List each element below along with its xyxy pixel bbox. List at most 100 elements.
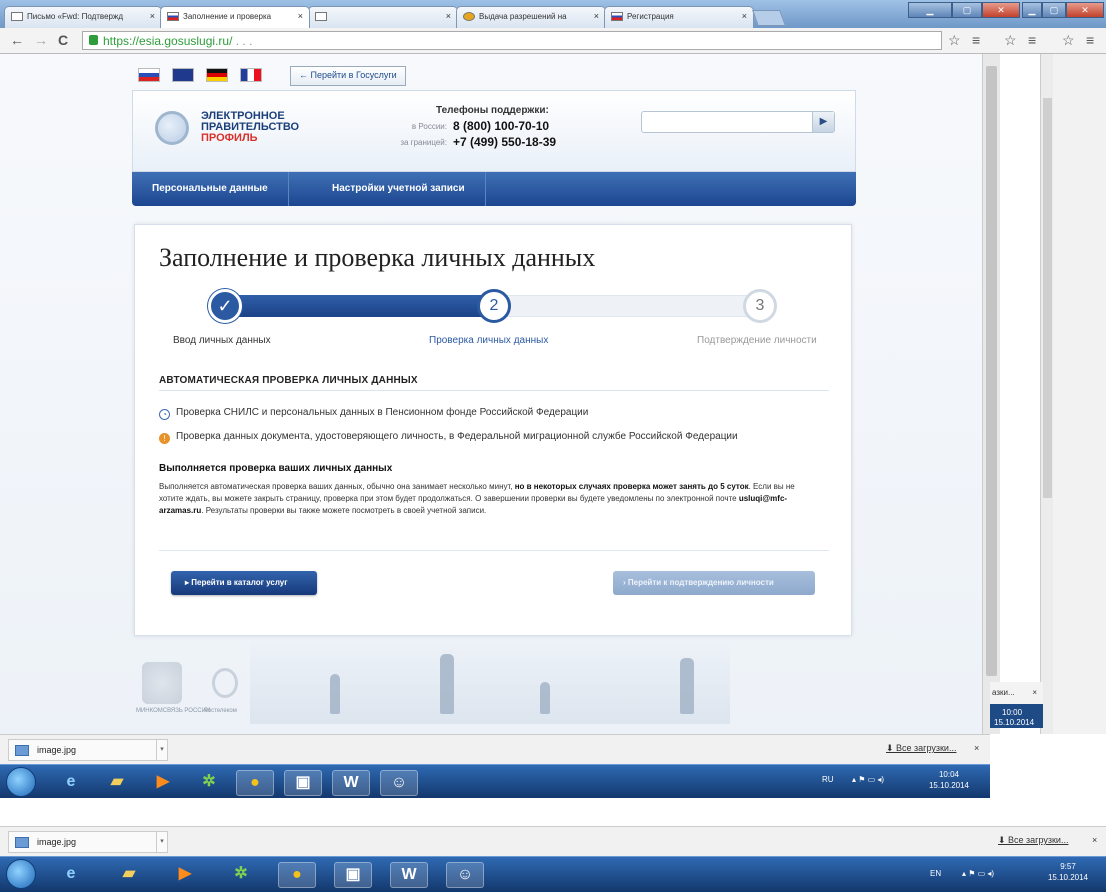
page-icon xyxy=(11,12,23,21)
minimize-icon[interactable]: ▁ xyxy=(908,2,952,18)
downloads-bar: image.jpg ▾ ⬇ Все загрузки... × xyxy=(0,734,990,764)
tab-registration[interactable]: Регистрация × xyxy=(604,6,754,28)
tab-blank[interactable]: × xyxy=(308,6,458,28)
scrollbar-thumb[interactable] xyxy=(986,66,997,676)
close-tab-icon[interactable]: × xyxy=(594,11,599,21)
confirm-identity-button[interactable]: › Перейти к подтверждению личности xyxy=(613,571,815,595)
app-icon[interactable]: ✲ xyxy=(222,862,260,888)
star-icon[interactable]: ☆ xyxy=(948,32,961,49)
start-button[interactable] xyxy=(6,767,36,797)
media-player-icon[interactable]: ▶ xyxy=(166,862,204,888)
logo-icon xyxy=(155,111,189,145)
save-icon[interactable]: ▣ xyxy=(334,862,372,888)
menu-icon[interactable]: ≡ xyxy=(972,32,980,48)
minimize-icon[interactable]: ▁ xyxy=(1022,2,1042,18)
footer-illustration xyxy=(250,634,730,724)
flag-de-icon[interactable] xyxy=(206,68,228,82)
folder-icon[interactable]: ▰ xyxy=(110,862,148,888)
menu-icon[interactable]: ≡ xyxy=(1028,32,1036,48)
step-1-icon: ✓ xyxy=(208,289,242,323)
reload-icon[interactable]: C xyxy=(58,32,68,48)
search-button[interactable]: ▶ xyxy=(812,112,834,132)
ie-icon[interactable]: e xyxy=(52,770,90,796)
clock[interactable]: 9:57 15.10.2014 xyxy=(1040,861,1096,883)
tab-esia[interactable]: Заполнение и проверка × xyxy=(160,6,310,28)
step-3: 3 xyxy=(743,289,777,323)
person-silhouette xyxy=(680,658,694,714)
ie-icon[interactable]: e xyxy=(52,862,90,888)
tab-permits[interactable]: Выдача разрешений на × xyxy=(456,6,606,28)
taskbar: e ▰ ▶ ✲ ● ▣ W ☺ RU ▴ ⚑ ▭ ◂) 10:04 15.10.2… xyxy=(0,764,990,798)
scrollbar[interactable] xyxy=(1040,54,1053,734)
site-header: ЭЛЕКТРОННОЕ ПРАВИТЕЛЬСТВО ПРОФИЛЬ Телефо… xyxy=(132,90,856,172)
step-3-label: Подтверждение личности xyxy=(697,335,817,346)
star-icon[interactable]: ☆ xyxy=(1004,32,1017,49)
check-item: ! Проверка данных документа, удостоверяющ… xyxy=(159,431,738,444)
catalog-button[interactable]: ▸ Перейти в каталог услуг xyxy=(171,571,317,595)
star-icon[interactable]: ☆ xyxy=(1062,32,1075,49)
scrollbar-thumb[interactable] xyxy=(1043,98,1052,498)
start-button[interactable] xyxy=(6,859,36,889)
menu-icon[interactable]: ≡ xyxy=(1086,32,1094,48)
close-icon[interactable]: × xyxy=(1092,835,1097,845)
close-icon[interactable]: × xyxy=(974,743,979,753)
phone-russia: 8 (800) 100-70-10 xyxy=(453,119,550,133)
nav-personal-data[interactable]: Персональные данные xyxy=(132,172,289,206)
maximize-icon[interactable]: ▢ xyxy=(952,2,982,18)
folder-icon[interactable]: ▰ xyxy=(98,770,136,796)
maximize-icon[interactable]: ▢ xyxy=(1042,2,1066,18)
progress-fill xyxy=(211,295,494,317)
chevron-down-icon[interactable]: ▾ xyxy=(156,739,168,761)
new-tab-button[interactable] xyxy=(752,10,786,26)
flag-gb-icon[interactable] xyxy=(172,68,194,82)
tray-icons[interactable]: ▴ ⚑ ▭ ◂) xyxy=(852,775,884,784)
close-tab-icon[interactable]: × xyxy=(150,11,155,21)
forward-icon[interactable]: → xyxy=(34,32,48,48)
flag-icon xyxy=(611,12,623,21)
chevron-down-icon[interactable]: ▾ xyxy=(156,831,168,853)
word-icon[interactable]: W xyxy=(332,770,370,796)
clock[interactable]: 10:04 15.10.2014 xyxy=(922,769,976,791)
back-icon[interactable]: ← xyxy=(10,32,24,48)
close-window-icon[interactable]: ✕ xyxy=(1066,2,1104,18)
search-input[interactable]: ▶ xyxy=(641,111,835,133)
close-tab-icon[interactable]: × xyxy=(446,11,451,21)
all-downloads-link[interactable]: ⬇ Все загрузки... xyxy=(998,835,1068,846)
browser-tab-bar: Письмо «Fwd: Подтвержд × Заполнение и про… xyxy=(0,0,1106,28)
close-tab-icon[interactable]: × xyxy=(742,11,747,21)
close-tab-icon[interactable]: × xyxy=(298,11,303,21)
close-window-icon[interactable]: ✕ xyxy=(982,2,1020,18)
media-player-icon[interactable]: ▶ xyxy=(144,770,182,796)
divider xyxy=(159,390,829,391)
app-icon[interactable]: ☺ xyxy=(446,862,484,888)
page-scrollbar[interactable] xyxy=(982,54,1000,734)
person-silhouette xyxy=(540,682,550,714)
rostelecom-logo-icon[interactable] xyxy=(212,668,238,698)
url-input[interactable]: https://esia.gosuslugi.ru/ . . . xyxy=(82,31,942,50)
running-title: Выполняется проверка ваших личных данных xyxy=(159,463,393,474)
flag-fr-icon[interactable] xyxy=(240,68,262,82)
nav-account-settings[interactable]: Настройки учетной записи xyxy=(312,172,486,206)
person-silhouette xyxy=(330,674,340,714)
chrome-icon[interactable]: ● xyxy=(236,770,274,796)
tray-icons[interactable]: ▴ ⚑ ▭ ◂) xyxy=(962,869,994,878)
chrome-icon[interactable]: ● xyxy=(278,862,316,888)
close-icon[interactable]: × xyxy=(1032,688,1037,697)
word-icon[interactable]: W xyxy=(390,862,428,888)
download-item[interactable]: image.jpg ▾ xyxy=(8,831,168,853)
coat-of-arms-icon[interactable] xyxy=(142,662,182,704)
app-icon[interactable]: ✲ xyxy=(190,770,228,796)
flag-ru-icon[interactable] xyxy=(138,68,160,82)
download-item[interactable]: image.jpg ▾ xyxy=(8,739,168,761)
lock-icon xyxy=(89,35,98,45)
step-2: 2 xyxy=(477,289,511,323)
flag-icon xyxy=(167,12,179,21)
save-icon[interactable]: ▣ xyxy=(284,770,322,796)
tab-email[interactable]: Письмо «Fwd: Подтвержд × xyxy=(4,6,162,28)
app-icon[interactable]: ☺ xyxy=(380,770,418,796)
page-title: Заполнение и проверка личных данных xyxy=(159,243,596,272)
section-title: АВТОМАТИЧЕСКАЯ ПРОВЕРКА ЛИЧНЫХ ДАННЫХ xyxy=(159,375,418,386)
logo[interactable]: ЭЛЕКТРОННОЕ ПРАВИТЕЛЬСТВО ПРОФИЛЬ xyxy=(201,111,299,144)
all-downloads-link[interactable]: ⬇ Все загрузки... xyxy=(886,743,956,754)
gosuslugi-link[interactable]: ← Перейти в Госуслуги xyxy=(290,66,406,86)
